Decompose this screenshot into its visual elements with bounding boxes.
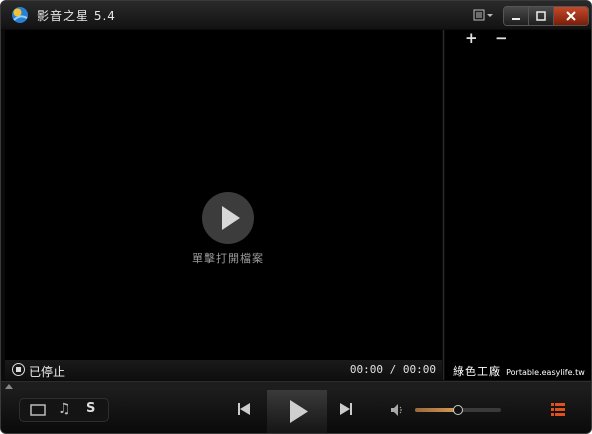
video-area[interactable]: 單擊打開檔案 (5, 30, 442, 360)
stop-status-icon (12, 363, 25, 376)
watermark-cn: 綠色工廠 (453, 365, 501, 378)
volume-slider[interactable] (415, 405, 501, 415)
subtitle-button[interactable]: S (86, 401, 95, 416)
open-file-label[interactable]: 單擊打開檔案 (175, 250, 281, 266)
volume-fill (415, 408, 458, 412)
view-mode-group: ♫ S (19, 398, 109, 422)
volume-knob[interactable] (453, 405, 463, 415)
play-button[interactable] (267, 390, 327, 433)
watermark-en: Portable.easylife.tw (506, 368, 585, 377)
close-icon (566, 11, 576, 21)
playlist-panel: + − 綠色工廠 Portable.easylife.tw (445, 29, 591, 380)
play-icon (222, 206, 240, 230)
main-menu-icon[interactable] (473, 8, 495, 22)
seek-handle[interactable] (5, 384, 13, 389)
previous-icon[interactable] (237, 402, 251, 416)
app-logo-icon (12, 7, 28, 23)
control-bar: ♫ S (1, 390, 591, 433)
seek-bar[interactable] (1, 381, 591, 390)
title-bar[interactable]: 影音之星 5.4 (1, 1, 591, 29)
playback-status: 已停止 (29, 365, 66, 379)
open-file-play-button[interactable] (202, 192, 254, 244)
next-icon[interactable] (339, 402, 353, 416)
minimize-button[interactable] (504, 7, 529, 25)
playlist-add-button[interactable]: + (465, 29, 478, 47)
panel-divider[interactable] (443, 30, 444, 380)
window-controls (503, 6, 589, 26)
status-bar: 已停止 00:00 / 00:00 (5, 360, 442, 380)
playlist-toggle-icon[interactable] (551, 403, 565, 416)
watermark: 綠色工廠 Portable.easylife.tw (453, 360, 585, 379)
minimize-icon (512, 18, 520, 20)
playlist-remove-button[interactable]: − (495, 29, 508, 47)
audio-mode-icon[interactable]: ♫ (58, 401, 71, 417)
close-button[interactable] (554, 7, 588, 25)
time-display: 00:00 / 00:00 (349, 363, 436, 376)
maximize-button[interactable] (529, 7, 554, 25)
play-icon (290, 400, 308, 423)
volume-icon[interactable] (390, 403, 406, 417)
player-window: 影音之星 5.4 單擊打開檔案 + − 綠色工廠 Portable.easyli… (0, 0, 592, 434)
window-title: 影音之星 5.4 (37, 9, 116, 23)
video-mode-icon[interactable] (30, 403, 46, 417)
maximize-icon (536, 11, 546, 21)
